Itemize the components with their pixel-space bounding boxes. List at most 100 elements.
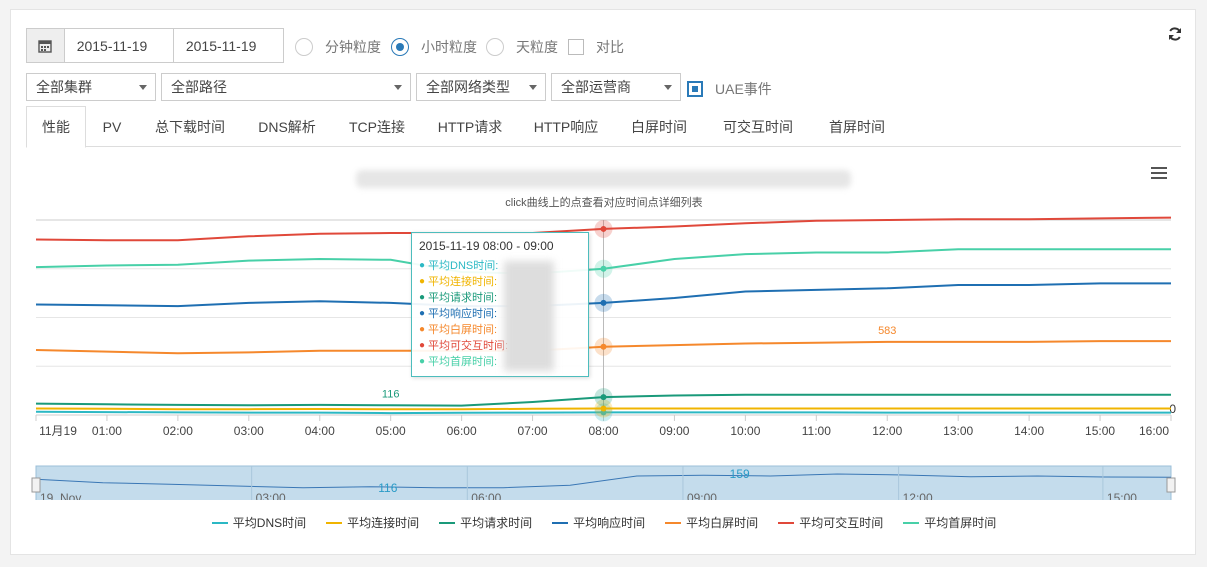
radio-circle[interactable] — [295, 38, 313, 56]
carrier-select-value: 全部运营商 — [561, 79, 631, 95]
x-tick-label: 12:00 — [872, 424, 902, 438]
checkbox-box-checked[interactable] — [687, 81, 703, 97]
hamburger-menu-icon[interactable] — [1151, 167, 1167, 181]
cluster-select[interactable]: 全部集群 — [26, 73, 156, 101]
radio-day-granularity[interactable]: 天粒度 — [486, 37, 558, 57]
checkbox-box[interactable] — [568, 39, 584, 55]
x-tick-label: 09:00 — [659, 424, 689, 438]
data-point[interactable] — [600, 225, 607, 232]
calendar-icon[interactable] — [27, 29, 65, 62]
date-range-picker[interactable]: 2015-11-19 2015-11-19 — [26, 28, 284, 63]
compare-checkbox[interactable]: 对比 — [568, 37, 624, 57]
data-point[interactable] — [600, 405, 607, 412]
series-dot-icon: ● — [419, 307, 426, 319]
x-tick-label: 13:00 — [943, 424, 973, 438]
legend-label: 平均首屏时间 — [924, 516, 997, 530]
x-tick-label: 08:00 — [588, 424, 618, 438]
refresh-icon[interactable] — [1167, 26, 1183, 42]
data-point[interactable] — [600, 343, 607, 350]
tooltip-row-label: 平均DNS时间: — [428, 260, 499, 272]
tab-first-screen[interactable]: 首屏时间 — [812, 106, 902, 147]
tooltip-row-label: 平均可交互时间: — [428, 340, 509, 352]
x-tick-label: 11:00 — [802, 424, 831, 438]
legend-swatch — [211, 521, 228, 524]
tab-total-download-time[interactable]: 总下载时间 — [138, 106, 242, 147]
series-dot-icon: ● — [419, 339, 426, 351]
x-tick-label: 14:00 — [1014, 424, 1044, 438]
navigator-handle[interactable] — [1166, 477, 1176, 493]
date-from-input[interactable]: 2015-11-19 — [65, 29, 174, 62]
tab-pv[interactable]: PV — [86, 106, 138, 147]
radio-minute-granularity[interactable]: 分钟粒度 — [295, 37, 381, 57]
data-point[interactable] — [600, 265, 607, 272]
data-point[interactable] — [600, 299, 607, 306]
legend-item[interactable]: 平均可交互时间 — [778, 514, 883, 531]
legend-item[interactable]: 平均首屏时间 — [903, 514, 996, 531]
tooltip-row-label: 平均连接时间: — [428, 276, 498, 288]
range-navigator[interactable]: 19. Nov 03:00 06:00 09:00 12:00 15:00 116 159 — [11, 450, 1197, 500]
legend-label: 平均DNS时间 — [232, 516, 307, 530]
series-dot-icon: ● — [419, 323, 426, 335]
radio-circle[interactable] — [486, 38, 504, 56]
tab-http-response[interactable]: HTTP响应 — [518, 106, 614, 147]
radio-label: 天粒度 — [516, 39, 558, 55]
uae-event-checkbox[interactable]: UAE事件 — [687, 79, 772, 99]
tooltip-row: ● 平均首屏时间: — [419, 353, 581, 369]
carrier-select[interactable]: 全部运营商 — [551, 73, 681, 101]
radio-circle-selected[interactable] — [391, 38, 409, 56]
navigator-window[interactable] — [35, 465, 1172, 500]
line-chart[interactable]: 11月19 01:00 02:00 03:00 04:00 05:00 06:00 07:00… — [11, 210, 1197, 450]
tab-dns[interactable]: DNS解析 — [242, 106, 332, 147]
tooltip-row: ● 平均可交互时间: — [419, 337, 581, 353]
x-tick-label: 15:00 — [1085, 424, 1115, 438]
legend-label: 平均请求时间 — [460, 516, 533, 530]
legend-item[interactable]: 平均连接时间 — [326, 514, 419, 531]
tooltip-row-label: 平均白屏时间: — [428, 324, 498, 336]
series-dot-icon: ● — [419, 259, 426, 271]
metric-tabs: 性能 PV 总下载时间 DNS解析 TCP连接 HTTP请求 HTTP响应 白屏… — [26, 106, 1181, 148]
tooltip-row: ● 平均白屏时间: — [419, 321, 581, 337]
tab-tcp[interactable]: TCP连接 — [332, 106, 422, 147]
tab-performance[interactable]: 性能 — [26, 106, 86, 148]
x-tick-label: 01:00 — [92, 424, 122, 438]
chart-tooltip: 2015-11-19 08:00 - 09:00 ● 平均DNS时间: ● 平均连接时… — [411, 232, 589, 377]
navigator-data-label: 116 — [378, 481, 397, 495]
x-tick-label: 07:00 — [518, 424, 548, 438]
chevron-down-icon — [529, 85, 537, 90]
legend-item[interactable]: 平均响应时间 — [552, 514, 645, 531]
legend-item[interactable]: 平均请求时间 — [439, 514, 532, 531]
date-to-input[interactable]: 2015-11-19 — [174, 29, 283, 62]
network-select-value: 全部网络类型 — [426, 79, 510, 95]
compare-label: 对比 — [596, 39, 624, 55]
series-dot-icon: ● — [419, 355, 426, 367]
tab-http-request[interactable]: HTTP请求 — [422, 106, 518, 147]
legend-swatch — [439, 521, 456, 524]
tooltip-row-label: 平均请求时间: — [428, 292, 498, 304]
tooltip-row-label: 平均响应时间: — [428, 308, 498, 320]
navigator-label: 09:00 — [687, 491, 717, 500]
tooltip-row: ● 平均响应时间: — [419, 305, 581, 321]
navigator-label: 06:00 — [471, 491, 501, 500]
data-label: 583 — [878, 325, 896, 337]
uae-label: UAE事件 — [715, 81, 772, 97]
x-tick-label: 06:00 — [447, 424, 477, 438]
tooltip-row: ● 平均请求时间: — [419, 289, 581, 305]
data-label: 116 — [382, 388, 400, 400]
legend-item[interactable]: 平均DNS时间 — [211, 514, 307, 531]
chart-legend: 平均DNS时间 平均连接时间 平均请求时间 平均响应时间 平均白屏时间 平均可交互时间 平均… — [11, 514, 1197, 531]
chart-subtitle: click曲线上的点查看对应时间点详细列表 — [505, 197, 703, 209]
network-type-select[interactable]: 全部网络类型 — [416, 73, 546, 101]
legend-label: 平均响应时间 — [573, 516, 646, 530]
legend-swatch — [326, 521, 343, 524]
tab-interactive-time[interactable]: 可交互时间 — [704, 106, 812, 147]
navigator-handle[interactable] — [31, 477, 41, 493]
tab-white-screen[interactable]: 白屏时间 — [614, 106, 704, 147]
legend-item[interactable]: 平均白屏时间 — [665, 514, 758, 531]
tooltip-row-label: 平均首屏时间: — [428, 356, 498, 368]
radio-hour-granularity[interactable]: 小时粒度 — [391, 37, 477, 57]
legend-label: 平均白屏时间 — [686, 516, 759, 530]
data-point[interactable] — [600, 394, 607, 401]
path-select[interactable]: 全部路径 — [161, 73, 411, 101]
legend-swatch — [778, 521, 795, 524]
legend-swatch — [665, 521, 682, 524]
